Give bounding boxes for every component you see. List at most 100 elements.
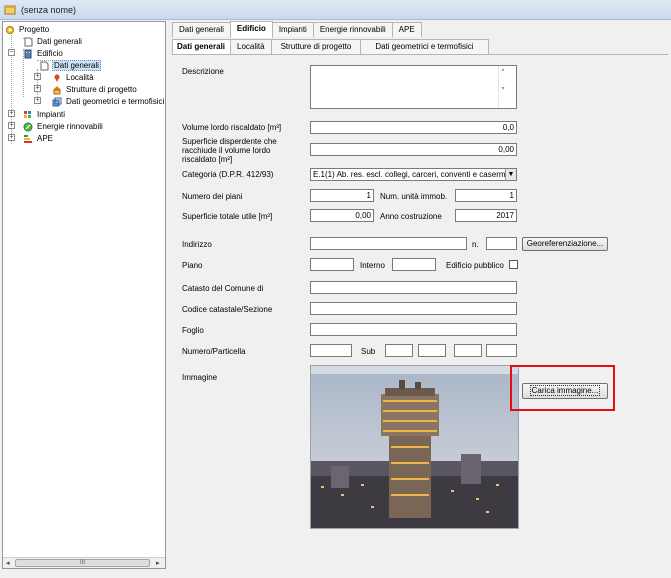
piano-field[interactable] [310,258,354,271]
categoria-selected-value: E.1(1) Ab. res. escl. collegi, carceri, … [313,170,510,179]
tree-node-dati-geometrici[interactable]: Dati geometrici e termofisici [52,96,165,107]
anno-costruzione-field[interactable]: 2017 [455,209,517,222]
catasto-comune-field[interactable] [310,281,517,294]
foglio-label: Foglio [182,326,204,335]
volume-field[interactable]: 0,0 [310,121,517,134]
sun-gear-icon [6,25,14,34]
tab-edificio[interactable]: Edificio [229,21,273,38]
categoria-select[interactable]: E.1(1) Ab. res. escl. collegi, carceri, … [310,168,517,181]
document-icon [24,37,33,46]
tab-energie-rinnovabili[interactable]: Energie rinnovabili [312,22,393,37]
tree-node-edificio[interactable]: Edificio [23,48,64,59]
energy-class-icon [24,134,32,143]
tree-node-label: Energie rinnovabili [37,122,103,131]
superficie-utile-field[interactable]: 0,00 [310,209,374,222]
catasto-comune-label: Catasto del Comune di [182,284,264,293]
tree-node-label: Dati generali [37,37,82,46]
edificio-pubblico-checkbox[interactable] [509,260,518,269]
expand-energie-toggle[interactable]: + [8,122,15,129]
subtab-dati-generali[interactable]: Dati generali [172,39,232,54]
building-icon [24,49,32,58]
tree-node-ape[interactable]: APE [23,133,54,144]
numero-piani-label: Numero dei piani [182,192,243,201]
expand-impianti-toggle[interactable]: + [8,110,15,117]
superficie-disperdente-field[interactable]: 0,00 [310,143,517,156]
expand-dati-geometrici-toggle[interactable]: + [34,97,41,104]
sub-field-3[interactable] [454,344,482,357]
descrizione-label: Descrizione [182,67,224,76]
tree-node-strutture[interactable]: Strutture di progetto [52,84,138,95]
chevron-down-icon[interactable]: ▼ [505,169,516,180]
leaf-icon [23,122,33,131]
sub-tabs: Dati generali Località Strutture di prog… [172,39,489,55]
project-tree[interactable]: Progetto Dati generali − Edificio Dati g… [2,21,166,569]
descrizione-scroll-arrows-icon[interactable]: ▴ ▾ [498,66,507,108]
expand-ape-toggle[interactable]: + [8,134,15,141]
scroll-left-arrow-icon[interactable]: ◂ [6,559,10,567]
unita-immobiliari-field[interactable]: 1 [455,189,517,202]
categoria-label: Categoria (D.P.R. 412/93) [182,170,274,179]
dati-generali-panel: Descrizione ▴ ▾ Volume lordo riscaldato [… [172,54,668,568]
sub-field-4[interactable] [486,344,517,357]
scroll-thumb[interactable]: III [15,559,150,567]
piano-label: Piano [182,261,203,270]
tab-impianti[interactable]: Impianti [271,22,314,37]
tree-node-label: APE [37,134,54,143]
tree-horizontal-scrollbar[interactable]: ◂ III ▸ [3,557,165,568]
expand-strutture-toggle[interactable]: + [34,85,41,92]
civico-label: n. [472,240,479,249]
indirizzo-field[interactable] [310,237,467,250]
numero-piani-field[interactable]: 1 [310,189,374,202]
tree-node-label: Progetto [19,25,50,34]
location-icon [54,74,60,82]
plant-icon [24,110,31,118]
title-bar: (senza nome) [0,0,671,20]
georeferenziazione-button[interactable]: Georeferenziazione... [522,237,608,251]
tree-node-progetto[interactable]: Progetto [5,24,50,35]
particella-label: Numero/Particella [182,347,246,356]
subtab-strutture[interactable]: Strutture di progetto [270,39,362,54]
tree-node-dati-generali-edificio[interactable]: Dati generali [39,60,101,71]
edificio-pubblico-label: Edificio pubblico [446,261,504,270]
tab-ape[interactable]: APE [391,22,422,37]
tree-node-label: Edificio [37,49,63,58]
foglio-field[interactable] [310,323,517,336]
unita-immobiliari-label: Num. unità immob. [380,192,448,201]
subtab-localita[interactable]: Località [230,39,272,54]
superficie-utile-label: Superficie totale utile [m²] [182,212,273,221]
highlight-annotation-box [510,365,615,411]
tab-dati-generali[interactable]: Dati generali [172,22,231,37]
subtab-dati-geometrici[interactable]: Dati geometrici e termofisici [360,39,489,54]
tree-node-label: Impianti [37,110,66,119]
codice-catastale-label: Codice catastale/Sezione [182,305,273,314]
tree-node-energie-rinnovabili[interactable]: Energie rinnovabili [23,121,104,132]
tree-node-impianti[interactable]: Impianti [23,109,66,120]
house-icon [53,85,61,94]
collapse-edificio-toggle[interactable]: − [8,49,15,56]
volume-label: Volume lordo riscaldato [m³] [182,123,282,132]
indirizzo-label: Indirizzo [182,240,212,249]
tree-node-localita[interactable]: Località [52,72,95,83]
document-icon [40,61,49,70]
tree-node-label: Strutture di progetto [66,85,137,94]
descrizione-textarea[interactable] [310,65,517,109]
civico-field[interactable] [486,237,517,250]
content-area: Dati generali Edificio Impianti Energie … [170,21,670,569]
sub-field-1[interactable] [385,344,413,357]
tree-node-dati-generali-progetto[interactable]: Dati generali [23,36,83,47]
scroll-right-arrow-icon[interactable]: ▸ [156,559,160,567]
window-title: (senza nome) [21,4,77,15]
tree-node-label: Dati generali [52,60,101,71]
immagine-label: Immagine [182,373,218,382]
geometry-icon [52,97,62,106]
tree-node-label: Località [66,73,94,82]
interno-field[interactable] [392,258,436,271]
building-image-frame [310,365,519,529]
anno-costruzione-label: Anno costruzione [380,212,442,221]
sub-field-2[interactable] [418,344,446,357]
app-icon [4,5,16,14]
codice-catastale-field[interactable] [310,302,517,315]
particella-field[interactable] [310,344,352,357]
expand-localita-toggle[interactable]: + [34,73,41,80]
tree-node-label: Dati geometrici e termofisici [66,97,165,106]
